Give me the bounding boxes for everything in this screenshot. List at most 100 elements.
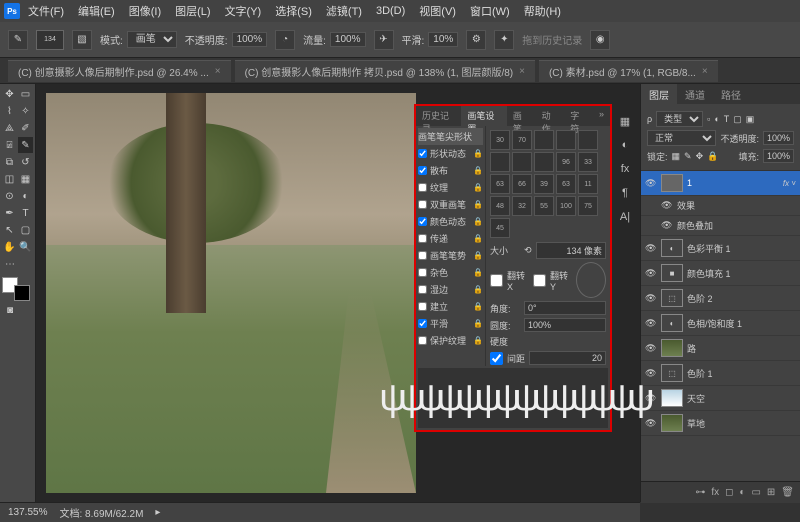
brush-thumb-10[interactable]: 63 bbox=[490, 174, 510, 194]
background-color[interactable] bbox=[14, 285, 30, 301]
swatches-icon[interactable]: ▦ bbox=[616, 112, 634, 130]
gradient-tool[interactable]: ▦ bbox=[18, 171, 33, 187]
status-chevron-icon[interactable]: ▸ bbox=[155, 507, 160, 518]
brush-thumb-17[interactable]: 55 bbox=[534, 196, 554, 216]
visibility-icon[interactable]: 👁 bbox=[645, 268, 657, 279]
layer-mask-icon[interactable]: ◻ bbox=[725, 487, 733, 498]
layer-row-4[interactable]: 👁■颜色填充 1 bbox=[641, 261, 800, 286]
airbrush-icon[interactable]: ✈ bbox=[374, 30, 394, 50]
brush-option-checkbox[interactable] bbox=[418, 285, 427, 294]
canvas[interactable] bbox=[46, 93, 416, 493]
tab-brush-settings[interactable]: 画笔设置 bbox=[461, 106, 506, 126]
angle-value[interactable]: 0° bbox=[524, 301, 606, 315]
paragraph-icon[interactable]: ¶ bbox=[616, 184, 634, 202]
brush-thumb-0[interactable]: 30 bbox=[490, 130, 510, 150]
visibility-icon[interactable]: 👁 bbox=[645, 293, 657, 304]
brush-option-5[interactable]: 传递🔒 bbox=[418, 230, 483, 247]
layer-fx-icon[interactable]: fx bbox=[711, 487, 719, 498]
new-layer-icon[interactable]: ⊞ bbox=[767, 487, 775, 498]
brush-option-checkbox[interactable] bbox=[418, 200, 427, 209]
eyedropper-tool[interactable]: ✐ bbox=[18, 120, 33, 136]
visibility-icon[interactable]: 👁 bbox=[645, 243, 657, 254]
filter-smart-icon[interactable]: ▣ bbox=[746, 114, 755, 125]
pen-tool[interactable]: ✒ bbox=[2, 205, 17, 221]
brush-thumb-14[interactable]: 11 bbox=[578, 174, 598, 194]
visibility-icon[interactable]: 👁 bbox=[645, 318, 657, 329]
doc-tab-1[interactable]: (C) 创意摄影人像后期制作 拷贝.psd @ 138% (1, 图层颜版/8)… bbox=[235, 60, 535, 82]
brush-thumb-3[interactable] bbox=[556, 130, 576, 150]
brush-thumb-7[interactable] bbox=[534, 152, 554, 172]
flip-x-checkbox[interactable] bbox=[490, 274, 503, 287]
layer-row-2[interactable]: 👁颜色叠加 bbox=[641, 216, 800, 236]
menu-layer[interactable]: 图层(L) bbox=[169, 1, 216, 21]
brush-thumb-9[interactable]: 33 bbox=[578, 152, 598, 172]
visibility-icon[interactable]: 👁 bbox=[645, 418, 657, 429]
brush-thumb-18[interactable]: 100 bbox=[556, 196, 576, 216]
quickmask-tool[interactable]: ◙ bbox=[2, 302, 18, 318]
wand-tool[interactable]: ✧ bbox=[18, 103, 33, 119]
path-tool[interactable]: ↖ bbox=[2, 222, 17, 238]
brush-option-3[interactable]: 双重画笔🔒 bbox=[418, 196, 483, 213]
brush-thumb-16[interactable]: 32 bbox=[512, 196, 532, 216]
marquee-tool[interactable]: ▭ bbox=[18, 86, 33, 102]
blend-mode-select[interactable]: 画笔 bbox=[127, 31, 177, 48]
layer-row-0[interactable]: 👁1fx ˅ bbox=[641, 171, 800, 196]
brush-option-11[interactable]: 保护纹理🔒 bbox=[418, 332, 483, 349]
lock-pos-icon[interactable]: ✥ bbox=[696, 151, 704, 162]
shape-tool[interactable]: ▢ bbox=[18, 222, 33, 238]
tab-character[interactable]: 字符 bbox=[564, 106, 593, 126]
brush-thumb-19[interactable]: 75 bbox=[578, 196, 598, 216]
menu-file[interactable]: 文件(F) bbox=[22, 1, 70, 21]
filter-adj-icon[interactable]: ◐ bbox=[714, 114, 719, 124]
brush-thumb-12[interactable]: 39 bbox=[534, 174, 554, 194]
brush-option-checkbox[interactable] bbox=[418, 251, 427, 260]
lock-trans-icon[interactable]: ▦ bbox=[672, 151, 681, 162]
visibility-icon[interactable]: 👁 bbox=[661, 200, 673, 211]
visibility-icon[interactable]: 👁 bbox=[645, 178, 657, 189]
link-layers-icon[interactable]: ⊶ bbox=[695, 487, 705, 498]
hand-tool[interactable]: ✋ bbox=[2, 239, 17, 255]
history-brush-tool[interactable]: ↺ bbox=[18, 154, 33, 170]
eraser-tool[interactable]: ◫ bbox=[2, 171, 17, 187]
brush-thumb-13[interactable]: 63 bbox=[556, 174, 576, 194]
smoothing-options-icon[interactable]: ⚙ bbox=[466, 30, 486, 50]
doc-tab-0[interactable]: (C) 创意摄影人像后期制作.psd @ 26.4% ...× bbox=[8, 60, 231, 82]
tool-preset-icon[interactable]: ✎ bbox=[8, 30, 28, 50]
brush-thumb-1[interactable]: 70 bbox=[512, 130, 532, 150]
close-icon[interactable]: × bbox=[519, 66, 525, 77]
layer-row-9[interactable]: 👁天空 bbox=[641, 386, 800, 411]
filter-shape-icon[interactable]: ▢ bbox=[733, 114, 742, 125]
lasso-tool[interactable]: ⌇ bbox=[2, 103, 17, 119]
lock-paint-icon[interactable]: ✎ bbox=[684, 151, 692, 162]
brush-thumb-5[interactable] bbox=[490, 152, 510, 172]
fx-badge[interactable]: fx ˅ bbox=[783, 179, 796, 188]
brush-option-2[interactable]: 纹理🔒 bbox=[418, 179, 483, 196]
filter-type-icon[interactable]: T bbox=[724, 114, 730, 124]
symmetry-icon[interactable]: ✦ bbox=[494, 30, 514, 50]
spacing-checkbox[interactable] bbox=[490, 352, 503, 365]
pressure-size-icon[interactable]: ◉ bbox=[590, 30, 610, 50]
flip-y-checkbox[interactable] bbox=[533, 274, 546, 287]
brush-option-9[interactable]: 建立🔒 bbox=[418, 298, 483, 315]
glyphs-icon[interactable]: A| bbox=[616, 208, 634, 226]
tab-channels[interactable]: 通道 bbox=[677, 84, 713, 104]
brush-option-checkbox[interactable] bbox=[418, 302, 427, 311]
blend-mode-select[interactable]: 正常 bbox=[647, 130, 716, 146]
layer-row-1[interactable]: 👁效果 bbox=[641, 196, 800, 216]
brush-option-checkbox[interactable] bbox=[418, 319, 427, 328]
tab-actions[interactable]: 动作 bbox=[536, 106, 565, 126]
styles-icon[interactable]: fx bbox=[616, 160, 634, 178]
brush-option-10[interactable]: 平滑🔒 bbox=[418, 315, 483, 332]
blur-tool[interactable]: ⊙ bbox=[2, 188, 17, 204]
brush-option-8[interactable]: 湿边🔒 bbox=[418, 281, 483, 298]
tab-layers[interactable]: 图层 bbox=[641, 84, 677, 104]
filter-pixel-icon[interactable]: ▫ bbox=[707, 114, 710, 124]
brush-option-0[interactable]: 形状动态🔒 bbox=[418, 145, 483, 162]
menu-view[interactable]: 视图(V) bbox=[413, 1, 462, 21]
brush-option-checkbox[interactable] bbox=[418, 217, 427, 226]
brush-thumb-4[interactable] bbox=[578, 130, 598, 150]
type-tool[interactable]: T bbox=[18, 205, 33, 221]
menu-help[interactable]: 帮助(H) bbox=[518, 1, 567, 21]
zoom-level[interactable]: 137.55% bbox=[8, 507, 47, 518]
layer-row-3[interactable]: 👁◐色彩平衡 1 bbox=[641, 236, 800, 261]
